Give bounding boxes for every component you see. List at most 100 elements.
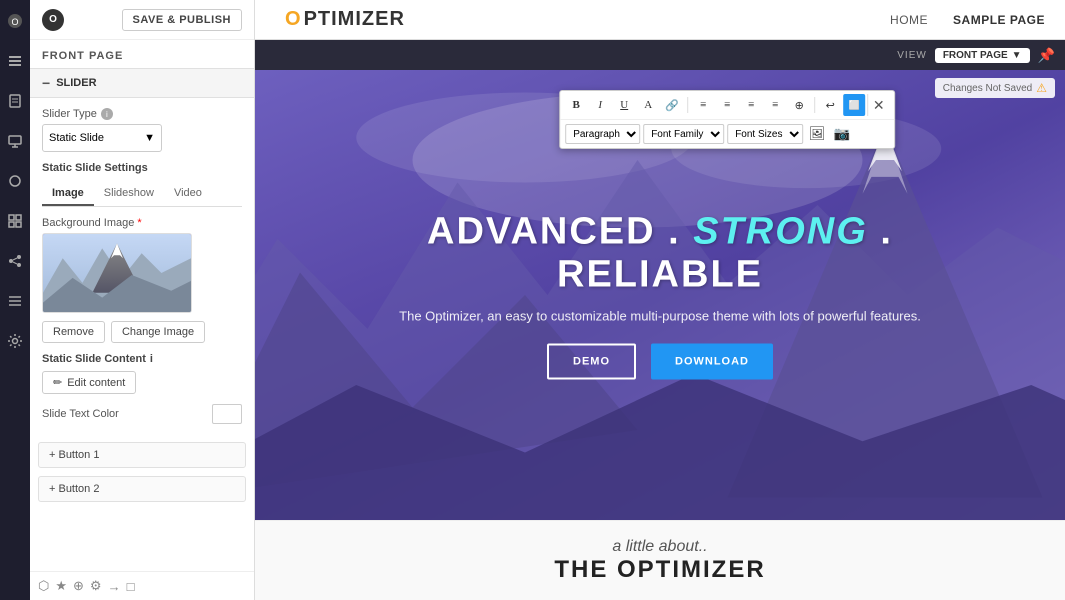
slider-type-select[interactable]: Static Slide ▼ [42,124,162,152]
pages-icon[interactable] [4,90,26,112]
desktop-icon[interactable] [4,130,26,152]
footer-icon-settings[interactable]: ⚙ [90,578,102,594]
slide-text-color-swatch[interactable] [212,404,242,424]
mountain-preview-svg [43,234,191,312]
view-page-button[interactable]: FRONT PAGE ▼ [935,48,1030,63]
app-logo: O [42,9,64,31]
hero-title: ADVANCED . STRONG . RELIABLE [336,211,984,297]
align-left-button[interactable]: ≡ [716,94,738,116]
edit-content-button[interactable]: ✏ Edit content [42,371,136,394]
pin-icon[interactable]: 📌 [1038,47,1055,64]
download-button[interactable]: DOWNLOAD [651,344,773,380]
app-logo-icon[interactable]: O [4,10,26,32]
bg-image-row: Background Image * [42,217,242,343]
image-insert-button[interactable]: 🖼 [806,123,828,145]
font-sizes-select[interactable]: Font Sizes [727,124,803,144]
toolbar-row-2: Paragraph Font Family Font Sizes 🖼 📷 [560,120,894,148]
nav-sample-page[interactable]: SAMPLE PAGE [953,13,1045,27]
list-icon[interactable] [4,290,26,312]
hero-title-part1: ADVANCED . [427,211,693,253]
demo-button[interactable]: DEMO [547,344,636,380]
button2-accordion[interactable]: + Button 2 [38,476,246,502]
hero-buttons: DEMO DOWNLOAD [336,344,984,380]
footer-icon-desktop[interactable]: □ [127,579,135,594]
changes-badge: Changes Not Saved ⚠ [935,78,1055,98]
link-button[interactable]: 🔗 [661,94,683,116]
accordion-section: + Button 1 + Button 2 [30,434,254,510]
expand-button[interactable]: ⬜ [843,94,865,116]
svg-text:O: O [11,17,18,27]
logo-rest: PTIMIZER [304,8,405,31]
slider-type-row: Slider Type i Static Slide ▼ [42,108,242,152]
bottom-optimizer-title: THE OPTIMIZER [554,556,765,584]
static-slide-settings-label: Static Slide Settings [42,162,242,174]
view-label: VIEW [897,50,927,61]
image-preview [42,233,192,313]
font-family-select[interactable]: Font Family [643,124,724,144]
optimizer-logo: O PTIMIZER [285,8,405,31]
pencil-icon: ✏ [53,376,62,389]
grid-icon[interactable] [4,210,26,232]
bold-button[interactable]: B [565,94,587,116]
chevron-down-icon: ▼ [1012,50,1022,61]
left-panel: O SAVE & PUBLISH FRONT PAGE − SLIDER Sli… [30,0,255,600]
changes-text: Changes Not Saved [943,83,1033,94]
toolbar-separator-2 [814,97,815,113]
media-button[interactable]: 📷 [831,123,853,145]
hero-subtitle: The Optimizer, an easy to customizable m… [336,309,984,324]
align-center-button[interactable]: ≡ [740,94,762,116]
footer-icon-star[interactable]: ★ [55,578,67,594]
underline-button[interactable]: U [613,94,635,116]
sidebar-icon-column: O [0,0,30,600]
image-action-buttons: Remove Change Image [42,321,242,343]
warning-icon: ⚠ [1036,81,1047,95]
section-label: SLIDER [56,77,96,89]
close-toolbar-button[interactable]: ✕ [867,94,889,116]
main-nav: HOME SAMPLE PAGE [890,13,1045,27]
slide-text-color-row: Slide Text Color [42,404,242,424]
change-image-button[interactable]: Change Image [111,321,205,343]
insert-button[interactable]: ⊕ [788,94,810,116]
tab-slideshow[interactable]: Slideshow [94,182,164,206]
align-right-button[interactable]: ≡ [764,94,786,116]
font-color-button[interactable]: A [637,94,659,116]
button1-accordion[interactable]: + Button 1 [38,442,246,468]
toolbar-row-1: B I U A 🔗 ≡ ≡ ≡ ≡ ⊕ ↩ ⬜ ✕ [560,91,894,120]
about-italic-text: a little about.. [612,538,707,556]
section-header-slider: − SLIDER [30,68,254,98]
paragraph-select[interactable]: Paragraph [565,124,640,144]
hero-content: ADVANCED . STRONG . RELIABLE The Optimiz… [336,211,984,380]
nav-home[interactable]: HOME [890,13,928,27]
main-area: O PTIMIZER HOME SAMPLE PAGE VIEW FRONT P… [255,0,1065,600]
save-publish-button[interactable]: SAVE & PUBLISH [122,9,242,31]
undo-button[interactable]: ↩ [819,94,841,116]
hero-section: B I U A 🔗 ≡ ≡ ≡ ≡ ⊕ ↩ ⬜ ✕ Paragraph [255,70,1065,520]
footer-icon-move[interactable]: ⬡ [38,578,49,594]
tab-image[interactable]: Image [42,182,94,206]
circle-icon[interactable] [4,170,26,192]
menu-icon[interactable] [4,50,26,72]
tab-video[interactable]: Video [164,182,212,206]
footer-icon-add[interactable]: ⊕ [73,578,84,594]
share-icon[interactable] [4,250,26,272]
slider-type-label: Slider Type i [42,108,242,120]
list-button[interactable]: ≡ [692,94,714,116]
panel-topbar: O SAVE & PUBLISH [30,0,254,40]
view-bar: VIEW FRONT PAGE ▼ 📌 [255,40,1065,70]
toolbar-separator-1 [687,97,688,113]
chevron-down-icon: ▼ [144,132,155,144]
panel-footer: ⬡ ★ ⊕ ⚙ → □ [30,571,254,600]
main-topbar: O PTIMIZER HOME SAMPLE PAGE [255,0,1065,40]
static-content-info-icon: i [150,353,153,365]
bg-image-label: Background Image * [42,217,242,229]
static-content-section: Static Slide Content i ✏ Edit content [42,353,242,394]
remove-image-button[interactable]: Remove [42,321,105,343]
collapse-icon[interactable]: − [42,75,50,91]
italic-button[interactable]: I [589,94,611,116]
text-editor-toolbar: B I U A 🔗 ≡ ≡ ≡ ≡ ⊕ ↩ ⬜ ✕ Paragraph [559,90,895,149]
hero-title-strong[interactable]: STRONG [693,211,868,253]
footer-icon-arrow[interactable]: → [108,579,121,594]
panel-title: FRONT PAGE [30,40,254,68]
logo-o: O [285,8,302,31]
settings-icon[interactable] [4,330,26,352]
